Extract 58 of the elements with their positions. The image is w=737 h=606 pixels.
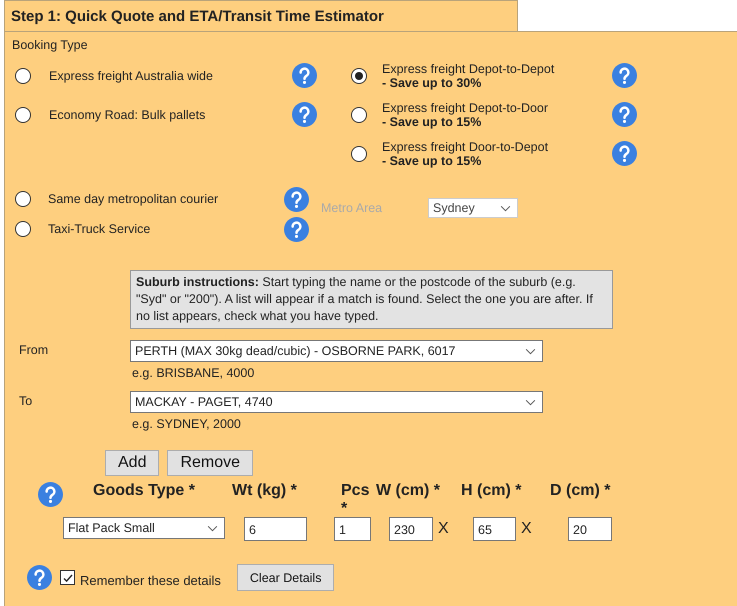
section-title: Step 1: Quick Quote and ETA/Transit Time Estimator [10,8,384,24]
action-button[interactable]: Add [105,450,160,476]
dropdown[interactable]: MACKAY - PAGET, 4740 [130,391,543,413]
dropdown[interactable]: Flat Pack Small [63,517,225,539]
radio-button[interactable] [351,68,367,84]
help-icon[interactable] [612,102,637,127]
option-label: Same day metropolitan courier [48,192,220,206]
option-label: Express freight Australia wide [49,68,214,82]
help-icon[interactable] [27,565,52,590]
option-note: - Save up to 15% [382,154,482,168]
column-header: D (cm) * [549,482,612,500]
field-label: From [18,342,50,359]
action-button[interactable]: Remove [167,450,254,476]
radio-button[interactable] [15,106,31,122]
option-label: Express freight Depot-to-Door [382,100,550,114]
clear-button[interactable]: Clear Details [236,564,334,591]
caret-icon [207,524,218,532]
instructions-note: Suburb instructions: Start typing the name or the postcode of the suburb (e.g. "Syd" or "200"). A list will appear if a match is found. Select the one you are after. If no list appears, check what you have typed. [130,270,613,329]
option-label: Express freight Door-to-Depot [382,140,550,154]
radio-button[interactable] [351,146,367,162]
input-field[interactable]: 65 [473,517,516,541]
hint-text: e.g. BRISBANE, 4000 [131,366,256,380]
checkbox-label: Remember these details [80,573,221,588]
caret-icon [525,398,536,406]
help-icon[interactable] [284,186,309,212]
input-field[interactable]: 1 [334,517,371,541]
dropdown[interactable]: PERTH (MAX 30kg dead/cubic) - OSBORNE PARK, 6017 [130,340,543,362]
field-label: Metro Area [321,201,384,215]
option-label: Taxi-Truck Service [48,222,152,236]
input-field[interactable]: 6 [244,517,307,541]
help-icon[interactable] [292,102,317,127]
help-icon[interactable] [612,63,637,88]
option-label: Economy Road: Bulk pallets [49,108,206,122]
column-header: W (cm) * [375,482,441,500]
column-header: Goods Type * [92,482,196,500]
help-icon[interactable] [284,216,309,242]
times-sign: X [438,520,449,538]
option-note: - Save up to 15% [382,114,482,128]
option-note: - Save up to 30% [382,76,482,90]
help-icon[interactable] [292,63,317,88]
hint-text: e.g. SYDNEY, 2000 [131,417,242,431]
input-field[interactable]: 230 [389,517,433,541]
help-icon[interactable] [612,141,637,166]
field-label: To [18,393,34,410]
option-label: Express freight Depot-to-Depot [382,62,556,76]
radio-button[interactable] [15,68,31,84]
radio-button[interactable] [15,221,31,237]
caret-icon [500,204,511,212]
column-header: H (cm) * [460,482,522,500]
field-label: Booking Type [12,37,89,54]
help-icon[interactable] [38,482,63,507]
radio-button[interactable] [351,106,367,122]
checkbox[interactable] [60,570,75,585]
times-sign: X [521,520,532,538]
column-header: Wt (kg) * [232,482,298,500]
input-field[interactable]: 20 [568,517,612,541]
radio-button[interactable] [15,191,31,207]
caret-icon [525,348,536,354]
